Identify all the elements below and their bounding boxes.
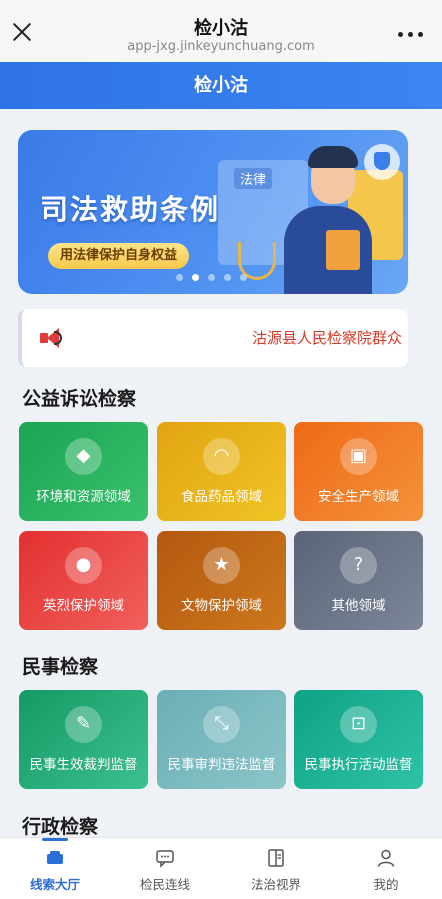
food-tray-icon: ◠: [203, 438, 240, 475]
banner-pill: 用法律保护自身权益: [48, 243, 190, 269]
pencil-icon: ✎: [65, 706, 102, 743]
tile-heroes[interactable]: ● 英烈保护领域: [19, 531, 148, 630]
bottom-tab-bar: 线索大厅 检民连线 法治视界 我的: [0, 837, 442, 899]
tab-mine[interactable]: 我的: [331, 838, 441, 899]
chat-bubble-icon: [156, 850, 174, 868]
tab-citizen-line[interactable]: 检民连线: [110, 838, 220, 899]
star-icon: ★: [203, 547, 240, 584]
tile-civil-enforcement[interactable]: ⊡ 民事执行活动监督: [294, 690, 423, 789]
tab-label: 线索大厅: [29, 877, 80, 892]
book-illustration: [326, 230, 360, 270]
carousel-dot[interactable]: [176, 274, 183, 281]
carousel-dot-active[interactable]: [192, 274, 199, 281]
tile-label: 安全生产领域: [318, 489, 399, 505]
lawyer-hair-illustration: [308, 146, 358, 168]
tile-environment[interactable]: ◆ 环境和资源领域: [19, 422, 148, 521]
section-title-civil: 民事检察: [22, 656, 99, 678]
banner-carousel[interactable]: 法律 司法救助条例 用法律保护自身权益: [18, 130, 408, 294]
tile-label: 英烈保护领域: [43, 598, 124, 614]
tile-civil-trial[interactable]: ⤡ 民事审判违法监督: [157, 690, 286, 789]
user-icon: [377, 849, 395, 867]
paint-bucket-icon: ◆: [65, 438, 102, 475]
tab-law-vision[interactable]: 法治视界: [221, 838, 331, 899]
question-icon: ?: [340, 547, 377, 584]
shrink-arrows-icon: ⤡: [203, 706, 240, 743]
notice-bar[interactable]: 沽源县人民检察院群众: [18, 309, 408, 367]
browser-top-bar: 检小沽 app-jxg.jinkeyunchuang.com: [0, 0, 442, 62]
tile-safety[interactable]: ▣ 安全生产领域: [294, 422, 423, 521]
sofa-icon: [47, 851, 63, 864]
tile-other[interactable]: ? 其他领域: [294, 531, 423, 630]
section-title-public-interest: 公益诉讼检察: [22, 388, 137, 410]
browser-title: 检小沽: [194, 18, 248, 39]
section-title-admin: 行政检察: [22, 816, 99, 838]
tile-label: 文物保护领域: [181, 598, 262, 614]
tab-label: 我的: [373, 877, 399, 892]
tile-label: 其他领域: [331, 598, 386, 614]
browser-url: app-jxg.jinkeyunchuang.com: [127, 39, 315, 54]
megaphone-icon: [40, 328, 64, 348]
tile-label: 环境和资源领域: [36, 489, 131, 505]
banner-title: 司法救助条例: [40, 193, 221, 226]
carousel-dot[interactable]: [240, 274, 247, 281]
tile-civil-judgment[interactable]: ✎ 民事生效裁判监督: [19, 690, 148, 789]
law-document-label: 法律: [234, 168, 273, 189]
app-header-title: 检小沽: [0, 62, 442, 109]
shield-icon: [364, 144, 400, 180]
tile-label: 民事生效裁判监督: [29, 757, 138, 773]
person-icon: ●: [65, 547, 102, 584]
tile-label: 民事执行活动监督: [304, 757, 413, 773]
tile-food-drug[interactable]: ◠ 食品药品领域: [157, 422, 286, 521]
tab-label: 法治视界: [250, 877, 301, 892]
tab-label: 检民连线: [139, 877, 190, 892]
tile-relics[interactable]: ★ 文物保护领域: [157, 531, 286, 630]
safety-box-icon: ▣: [340, 438, 377, 475]
book-icon: [268, 849, 284, 867]
tile-label: 民事审判违法监督: [167, 757, 276, 773]
tile-label: 食品药品领域: [181, 489, 262, 505]
notice-text: 沽源县人民检察院群众: [252, 329, 403, 347]
carousel-dot[interactable]: [208, 274, 215, 281]
carousel-dot[interactable]: [224, 274, 231, 281]
robot-icon: ⊡: [340, 706, 377, 743]
tab-clue-hall[interactable]: 线索大厅: [0, 838, 110, 899]
more-options-icon[interactable]: [398, 32, 424, 38]
